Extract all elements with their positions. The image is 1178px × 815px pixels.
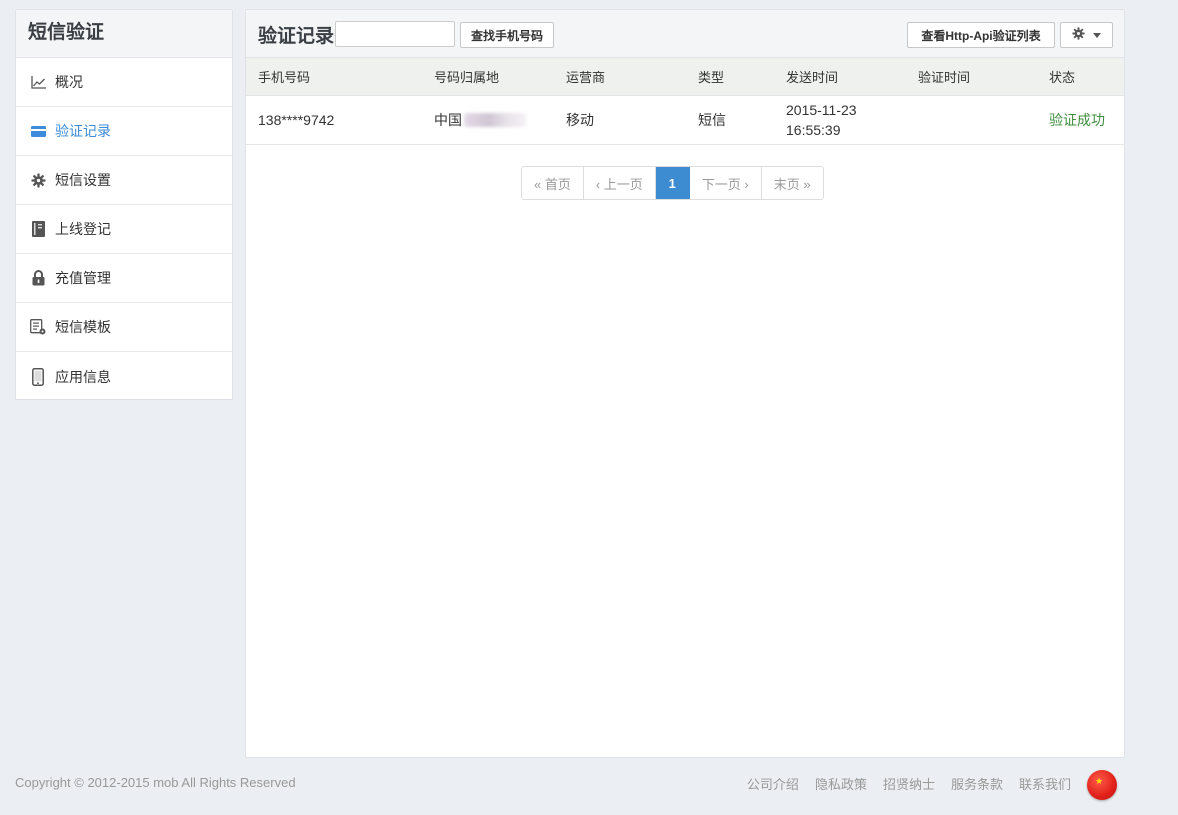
column-header-status: 状态 <box>1049 70 1076 85</box>
sidebar-item-label: 应用信息 <box>55 368 111 385</box>
pagination: « 首页 ‹ 上一页 1 下一页 › 末页 » <box>521 166 824 200</box>
find-phone-button[interactable]: 查找手机号码 <box>460 22 554 48</box>
table-header: 手机号码 号码归属地 运营商 类型 发送时间 验证时间 状态 <box>246 58 1124 96</box>
main-panel: 验证记录 查找手机号码 查看Http-Api验证列表 手机号码 号码归属地 运营… <box>245 9 1125 758</box>
sidebar-item-sms-template[interactable]: 短信模板 <box>16 303 232 352</box>
sidebar-item-label: 短信设置 <box>55 172 111 188</box>
location-cell: 中国 <box>434 96 526 144</box>
http-api-list-button[interactable]: 查看Http-Api验证列表 <box>907 22 1055 48</box>
page: 短信验证 概况 验证记录 短信设置 上线登记 充值管理 短信模板 应用信息 验证… <box>0 0 1178 815</box>
last-page-link[interactable]: 末页 » <box>761 167 823 199</box>
china-flag-icon[interactable]: ★ <box>1087 770 1117 800</box>
footer-links: 公司介绍 隐私政策 招贤纳士 服务条款 联系我们 <box>747 774 1071 793</box>
main-header: 验证记录 查找手机号码 查看Http-Api验证列表 <box>246 10 1124 58</box>
redacted-region <box>464 113 526 127</box>
sidebar-item-overview[interactable]: 概况 <box>16 58 232 107</box>
prev-page-link[interactable]: ‹ 上一页 <box>583 167 656 199</box>
table-row: 138****9742 中国 移动 短信 2015-11-23 16:55:39… <box>246 96 1124 145</box>
sidebar-item-recharge[interactable]: 充值管理 <box>16 254 232 303</box>
phone-cell: 138****9742 <box>258 112 335 128</box>
column-header-type: 类型 <box>698 70 725 85</box>
location-text: 中国 <box>434 112 462 128</box>
footer-link-about[interactable]: 公司介绍 <box>747 774 799 793</box>
sidebar-item-sms-settings[interactable]: 短信设置 <box>16 156 232 205</box>
footer-link-terms[interactable]: 服务条款 <box>951 774 1003 793</box>
send-time-cell: 2015-11-23 16:55:39 <box>786 96 857 144</box>
book-icon <box>30 221 46 237</box>
footer-link-careers[interactable]: 招贤纳士 <box>883 774 935 793</box>
card-icon <box>30 123 46 139</box>
column-header-phone: 手机号码 <box>258 70 311 85</box>
column-header-send-time: 发送时间 <box>786 70 839 85</box>
page-title: 验证记录 <box>258 26 335 47</box>
phone-icon <box>30 367 46 386</box>
sidebar-item-label: 充值管理 <box>55 270 111 286</box>
type-cell: 短信 <box>698 112 726 128</box>
column-header-location: 号码归属地 <box>434 70 500 85</box>
footer-link-contact[interactable]: 联系我们 <box>1019 774 1071 793</box>
send-time: 16:55:39 <box>786 122 841 138</box>
chart-line-icon <box>30 74 46 90</box>
template-icon <box>30 319 46 335</box>
sidebar-item-label: 短信模板 <box>55 319 111 335</box>
phone-search-input[interactable] <box>335 21 455 47</box>
sidebar-item-app-info[interactable]: 应用信息 <box>16 352 232 401</box>
sidebar-item-label: 概况 <box>55 74 83 90</box>
column-header-carrier: 运营商 <box>566 70 606 85</box>
sidebar-item-verification-records[interactable]: 验证记录 <box>16 107 232 156</box>
sidebar-item-online-registration[interactable]: 上线登记 <box>16 205 232 254</box>
next-page-link[interactable]: 下一页 › <box>689 167 762 199</box>
send-date: 2015-11-23 <box>786 102 857 118</box>
sidebar-title: 短信验证 <box>16 10 232 58</box>
settings-dropdown-button[interactable] <box>1060 22 1113 48</box>
sidebar-item-label: 验证记录 <box>55 123 111 139</box>
first-page-link[interactable]: « 首页 <box>522 167 584 199</box>
copyright-text: Copyright © 2012-2015 mob All Rights Res… <box>15 775 296 790</box>
gear-icon <box>30 172 46 188</box>
chevron-down-icon <box>1093 32 1101 38</box>
carrier-cell: 移动 <box>566 112 594 128</box>
status-cell: 验证成功 <box>1049 112 1105 128</box>
gear-icon <box>1072 27 1085 43</box>
lock-icon <box>30 270 46 286</box>
sidebar: 短信验证 概况 验证记录 短信设置 上线登记 充值管理 短信模板 应用信息 <box>15 9 233 400</box>
column-header-verify-time: 验证时间 <box>918 70 971 85</box>
current-page[interactable]: 1 <box>655 167 690 199</box>
sidebar-item-label: 上线登记 <box>55 221 111 237</box>
footer-link-privacy[interactable]: 隐私政策 <box>815 774 867 793</box>
